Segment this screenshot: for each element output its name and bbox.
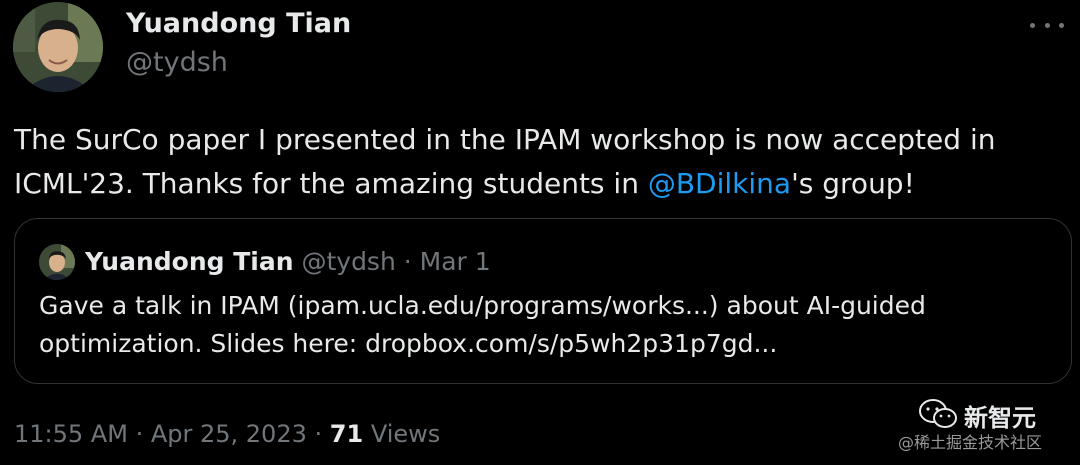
quoted-author-avatar	[39, 244, 75, 280]
footer-separator: ·	[135, 420, 144, 448]
more-options-icon[interactable]	[1030, 12, 1064, 38]
tweet-text: The SurCo paper I presented in the IPAM …	[14, 118, 1064, 206]
footer-separator-2: ·	[314, 420, 323, 448]
author-avatar[interactable]	[13, 2, 103, 92]
quoted-tweet-header: Yuandong Tian @tydsh · Mar 1	[85, 244, 491, 280]
watermark: 新智元 @稀土掘金技术社区	[898, 396, 1068, 456]
quoted-author-handle: @tydsh	[301, 247, 396, 276]
author-handle[interactable]: @tydsh	[126, 47, 228, 78]
views-label: Views	[370, 420, 441, 448]
views-count: 71	[329, 420, 364, 448]
tweet-date[interactable]: Apr 25, 2023	[151, 420, 307, 448]
watermark-subtitle: @稀土掘金技术社区	[898, 433, 1043, 452]
watermark-title: 新智元	[964, 404, 1036, 432]
quoted-tweet-text: Gave a talk in IPAM (ipam.ucla.edu/progr…	[39, 291, 926, 358]
mention-link[interactable]: @BDilkina	[648, 167, 791, 200]
quoted-tweet-card[interactable]: Yuandong Tian @tydsh · Mar 1 Gave a talk…	[14, 218, 1072, 384]
quoted-separator: ·	[403, 247, 412, 276]
quoted-author-name: Yuandong Tian	[85, 247, 294, 276]
tweet-footer: 11:55 AM · Apr 25, 2023 · 71 Views	[14, 420, 440, 448]
author-name[interactable]: Yuandong Tian	[126, 8, 351, 39]
tweet-text-part2: 's group!	[791, 167, 915, 200]
tweet-time[interactable]: 11:55 AM	[14, 420, 128, 448]
wechat-icon	[919, 399, 957, 428]
quoted-date: Mar 1	[419, 247, 491, 276]
